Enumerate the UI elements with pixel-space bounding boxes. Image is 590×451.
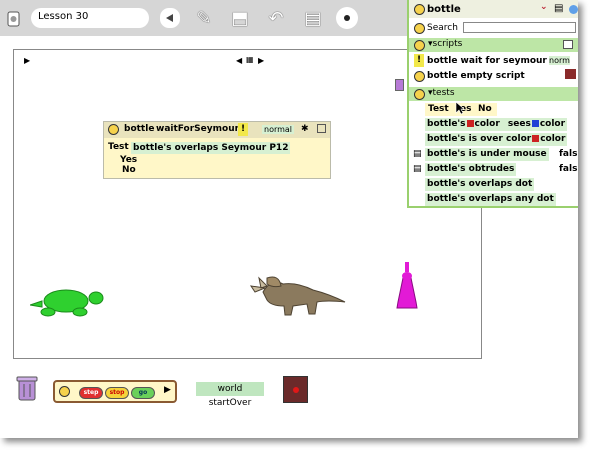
viewer-title-bar: bottle ⌄ ▤ [409, 0, 578, 18]
test-row-overlaps-dot[interactable]: bottle's overlaps dot [409, 178, 578, 192]
menu-square-icon[interactable]: ▦ [246, 55, 254, 64]
previous-project-button[interactable] [160, 8, 180, 28]
test-row-tile[interactable]: bottle's color sees color [425, 118, 568, 131]
palette-toggle-icon[interactable] [395, 79, 404, 91]
script-row-status[interactable]: norm [549, 56, 570, 65]
paint-brush-icon[interactable]: ✎ [192, 6, 216, 30]
script-row-empty[interactable]: bottle empty script [409, 69, 578, 83]
go-button[interactable]: go [131, 387, 155, 399]
script-tile-waitforseymour[interactable]: bottle waitForSeymour ! normal ✱ Test bo… [103, 121, 331, 179]
script-status[interactable]: normal [262, 125, 295, 134]
viewer-list-icon[interactable]: ▤ [554, 3, 563, 14]
scripts-handle-icon[interactable] [414, 40, 425, 51]
play-arrow-icon[interactable]: ▶ [24, 56, 30, 65]
dot-button[interactable] [336, 7, 358, 29]
red-swatch-icon [466, 120, 474, 127]
blue-swatch-icon [531, 120, 539, 127]
forward-arrow-icon[interactable]: ▶ [258, 56, 264, 65]
search-label: Search [427, 23, 458, 33]
search-input[interactable] [463, 22, 576, 33]
test-condition-tile[interactable]: bottle's overlaps Seymour P12 [131, 142, 291, 154]
undo-icon[interactable]: ↶ [264, 6, 288, 30]
test-row-tile[interactable]: bottle's overlaps any dot [425, 193, 556, 206]
trash-icon[interactable] [16, 374, 38, 402]
test-tile-row[interactable]: Test es No [409, 101, 578, 117]
control-handle-icon[interactable] [59, 386, 70, 397]
red-swatch-icon [532, 135, 540, 142]
yes-label: Yes [120, 155, 138, 165]
bottle-sprite[interactable] [396, 262, 418, 310]
project-name-field[interactable]: Lesson 30 [31, 8, 149, 28]
test-row-sees[interactable]: bottle's color sees color [409, 118, 578, 132]
test-row-tile[interactable]: bottle's overlaps dot [425, 178, 535, 191]
test-row-over-color[interactable]: bottle's is over color color [409, 133, 578, 147]
triangle-left-icon [166, 14, 173, 22]
test-row-tile[interactable]: bottle's is over color color [425, 133, 568, 146]
test-tile-test: Test [428, 104, 449, 114]
mouse-cursor-icon [455, 101, 465, 115]
scripts-section-checkbox[interactable] [563, 40, 573, 49]
test-row-tile[interactable]: bottle's obtrudes [425, 163, 517, 176]
supplies-icon[interactable]: ⬒ [228, 6, 252, 30]
world-startover-tile[interactable]: world startOver [196, 382, 264, 408]
navigator-icon[interactable]: ▤ [301, 6, 325, 30]
scripts-section-header[interactable]: ▾scripts [409, 38, 578, 52]
script-row-label[interactable]: bottle wait for seymour [427, 56, 547, 66]
control-panel[interactable]: step stop go ▶ [53, 380, 177, 403]
stop-button[interactable]: stop [105, 387, 129, 399]
script-player[interactable]: bottle [124, 124, 154, 134]
test-row-obtrudes[interactable]: ▤ bottle's obtrudes fals [409, 163, 578, 177]
test-row-value[interactable]: fals [559, 149, 577, 159]
step-button[interactable]: step [79, 387, 103, 399]
search-handle-icon[interactable] [414, 23, 425, 34]
script-warning-icon[interactable]: ! [238, 123, 248, 136]
test-row-tile[interactable]: bottle's is under mouse [425, 148, 549, 161]
script-row-label[interactable]: bottle empty script [427, 71, 525, 81]
script-name[interactable]: waitForSeymour [156, 124, 239, 134]
viewer-handle-icon[interactable] [414, 4, 425, 15]
viewer-title[interactable]: bottle [427, 4, 461, 15]
script-row-warning-icon: ! [414, 54, 424, 67]
test-row-value[interactable]: fals [559, 164, 577, 174]
scripts-section-label: ▾scripts [428, 39, 463, 49]
script-handle-icon[interactable] [108, 124, 119, 135]
etoys-logo-icon[interactable] [6, 9, 22, 29]
row-menu-icon[interactable]: ▤ [413, 149, 422, 159]
script-row-wait[interactable]: ! bottle wait for seymour norm [409, 54, 578, 68]
script-header: bottle waitForSeymour ! normal ✱ [104, 122, 330, 138]
stop-script-button[interactable] [283, 376, 308, 403]
test-tile-no: No [478, 104, 492, 114]
script-close-icon[interactable] [317, 124, 326, 133]
turtle-sprite[interactable] [30, 285, 104, 317]
tests-section-label: ▾tests [428, 88, 455, 98]
script-row-color-swatch[interactable] [565, 69, 576, 79]
etoys-window: Lesson 30 ✎ ⬒ ↶ ▤ ▶ ◀ ▦ ▶ bottle waitFor… [0, 0, 578, 438]
dot-icon [344, 15, 350, 21]
test-row-overlaps-any-dot[interactable]: bottle's overlaps any dot [409, 193, 578, 207]
test-label: Test [108, 142, 129, 152]
triceratops-sprite[interactable] [249, 272, 346, 316]
search-row: Search [409, 21, 578, 35]
bottle-viewer[interactable]: bottle ⌄ ▤ Search ▾scripts ! bottle wait… [407, 0, 578, 208]
tests-section-header[interactable]: ▾tests [409, 87, 578, 101]
viewer-close-icon[interactable] [569, 5, 578, 14]
row-menu-icon[interactable]: ▤ [413, 164, 422, 174]
expand-arrow-icon[interactable]: ▶ [164, 385, 171, 395]
viewer-menu-chevron-icon[interactable]: ⌄ [540, 2, 548, 12]
back-arrow-icon[interactable]: ◀ [236, 56, 242, 65]
script-row-handle-icon[interactable] [414, 71, 425, 82]
red-dot-icon [293, 387, 299, 393]
script-menu-icon[interactable]: ✱ [301, 124, 309, 134]
tests-handle-icon[interactable] [414, 89, 425, 100]
no-label: No [122, 165, 136, 175]
test-row-under-mouse[interactable]: ▤ bottle's is under mouse fals [409, 148, 578, 162]
